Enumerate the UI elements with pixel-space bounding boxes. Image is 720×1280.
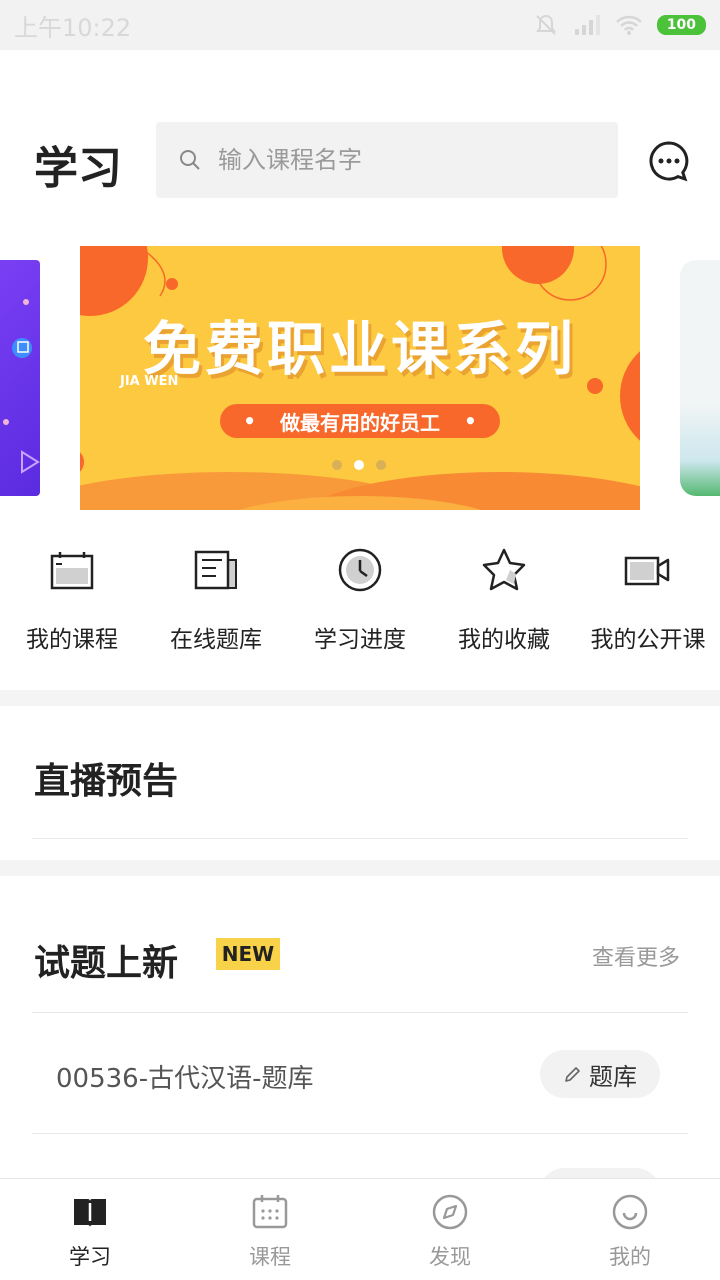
shortcut-my-courses[interactable]: 我的课程	[0, 540, 144, 670]
question-bank-button-label: 题库	[589, 1062, 637, 1091]
divider-line	[32, 1133, 688, 1134]
new-badge: NEW	[216, 938, 280, 970]
divider-line	[32, 838, 688, 839]
banner-slide[interactable]: 免费职业课系列 JIA WEN • 做最有用的好员工 •	[80, 246, 640, 510]
course-icon	[50, 552, 94, 590]
tab-label: 我的	[609, 1245, 651, 1269]
shortcut-label: 学习进度	[314, 627, 406, 653]
smile-icon	[612, 1194, 648, 1230]
banner-subtext: JIA WEN	[120, 374, 179, 389]
compass-icon	[432, 1194, 468, 1230]
tab-study[interactable]: 学习	[0, 1179, 180, 1280]
carousel-dot[interactable]	[376, 460, 386, 470]
search-icon	[180, 150, 200, 170]
message-icon[interactable]	[648, 140, 690, 182]
new-questions-title: 试题上新	[34, 943, 179, 984]
status-icons: 100	[533, 12, 706, 38]
shortcut-label: 在线题库	[170, 627, 262, 653]
question-list-item[interactable]: 00536-古代汉语-题库 题库	[32, 1014, 688, 1134]
battery-indicator: 100	[656, 15, 706, 35]
status-time: 上午10:22	[14, 13, 132, 42]
tab-label: 发现	[429, 1245, 471, 1269]
carousel-dot[interactable]	[332, 460, 342, 470]
book-icon	[74, 1199, 106, 1227]
search-bar[interactable]	[156, 122, 618, 198]
shortcut-favorites[interactable]: 我的收藏	[432, 540, 576, 670]
carousel-dot-active[interactable]	[354, 460, 364, 470]
shortcut-label: 我的公开课	[590, 627, 706, 653]
question-bank-title[interactable]: 00536-古代汉语-题库	[56, 1058, 313, 1095]
tab-mine[interactable]: 我的	[540, 1179, 720, 1280]
banner-carousel[interactable]: 免费职业课系列 JIA WEN • 做最有用的好员工 •	[0, 246, 720, 510]
banner-next-card[interactable]	[680, 260, 720, 496]
tab-courses[interactable]: 课程	[180, 1179, 360, 1280]
bottom-tab-bar: 学习 课程 发现 我的	[0, 1178, 720, 1280]
shortcut-open-courses[interactable]: 我的公开课	[576, 540, 720, 670]
live-section-title: 直播预告	[34, 761, 179, 802]
mute-icon	[535, 14, 556, 35]
video-camera-icon	[624, 556, 670, 586]
tab-discover[interactable]: 发现	[360, 1179, 540, 1280]
bullet-icon: •	[464, 409, 477, 433]
view-more-link[interactable]: 查看更多	[592, 940, 680, 972]
banner-prev-card[interactable]	[0, 260, 40, 496]
status-bar: 上午10:22 100	[0, 0, 720, 50]
bullet-icon: •	[243, 409, 256, 433]
section-divider	[0, 860, 720, 876]
pencil-icon	[565, 1067, 580, 1082]
shortcut-question-bank[interactable]: 在线题库	[144, 540, 288, 670]
wifi-icon	[615, 15, 642, 35]
shortcut-study-progress[interactable]: 学习进度	[288, 540, 432, 670]
calendar-icon	[252, 1195, 288, 1229]
signal-icon	[574, 15, 600, 35]
section-divider	[0, 690, 720, 706]
tab-label: 课程	[249, 1245, 291, 1269]
page-title: 学习	[34, 143, 122, 194]
clock-icon	[338, 548, 382, 592]
shortcut-label: 我的收藏	[458, 627, 550, 653]
banner-tagline-text: 做最有用的好员工	[280, 410, 440, 435]
divider-line	[32, 1012, 688, 1013]
header: 学习	[0, 122, 720, 198]
banner-tagline: • 做最有用的好员工 •	[220, 404, 500, 438]
shortcut-label: 我的课程	[26, 627, 118, 653]
search-input[interactable]	[218, 146, 598, 174]
star-icon	[482, 548, 526, 591]
tab-label: 学习	[69, 1245, 111, 1269]
shortcut-grid: 我的课程 在线题库 学习进度 我的收藏 我的公开课	[0, 540, 720, 670]
question-bank-icon	[194, 550, 237, 590]
question-bank-button[interactable]: 题库	[540, 1050, 660, 1098]
carousel-indicator	[332, 460, 386, 470]
